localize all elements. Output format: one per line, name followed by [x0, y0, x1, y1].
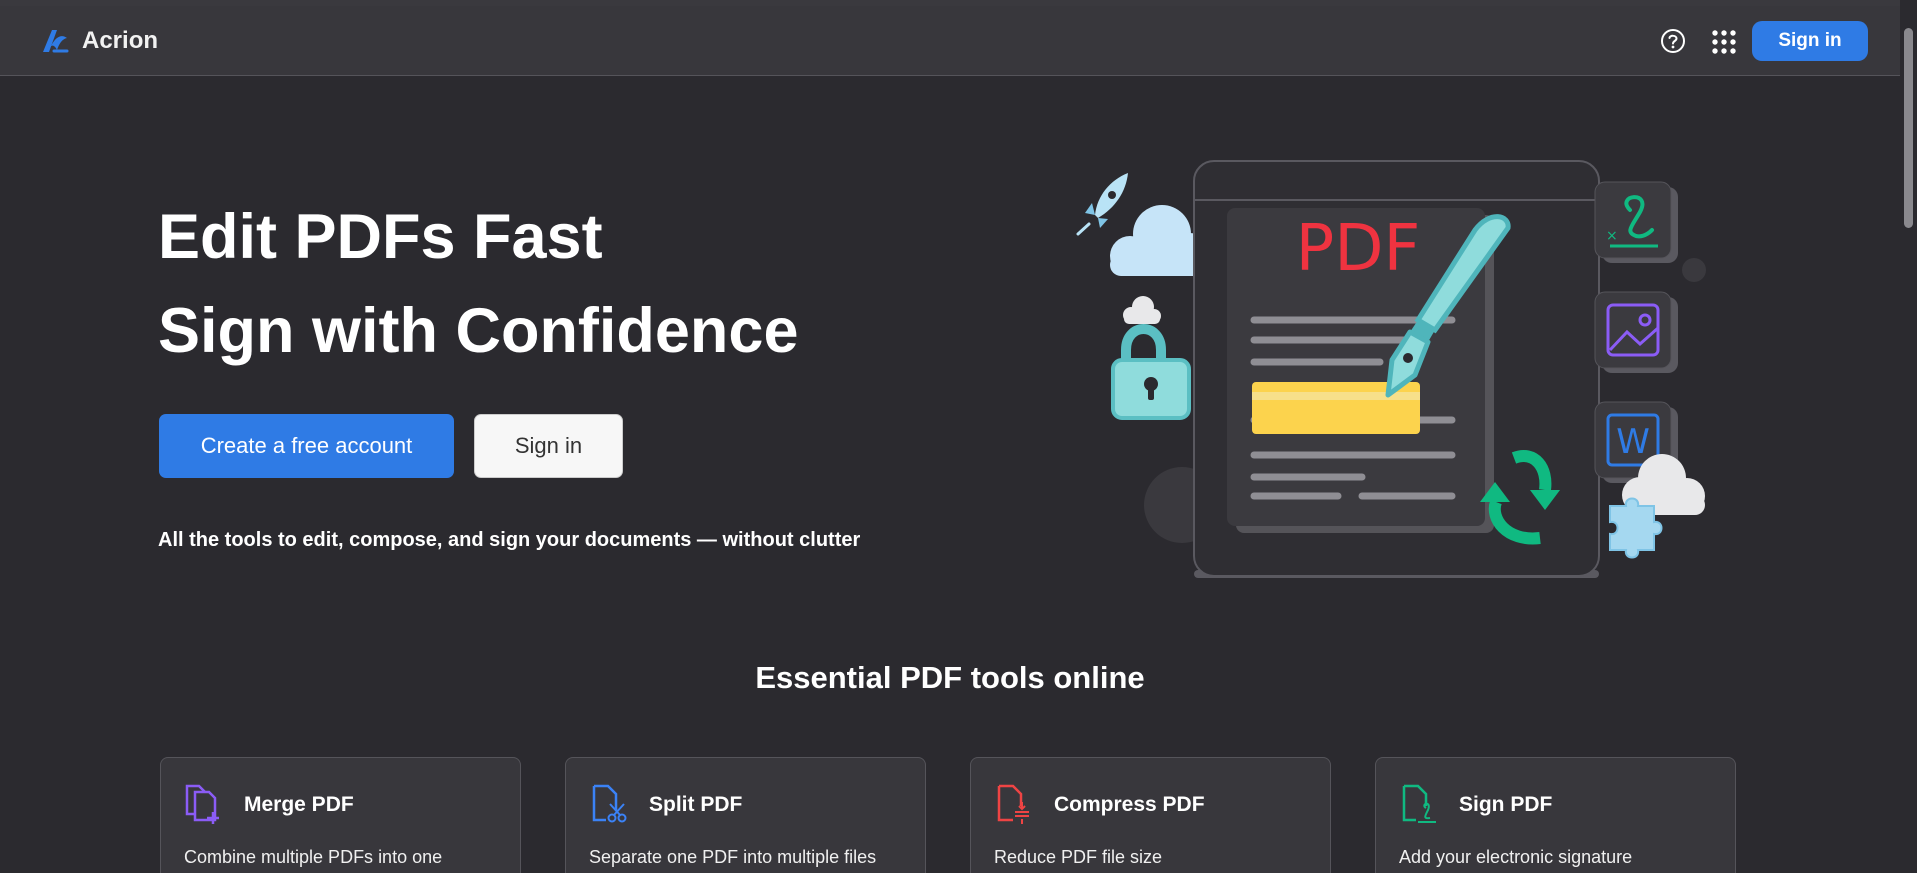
tool-card-title: Compress PDF	[1054, 793, 1205, 816]
sign-pdf-icon	[1402, 784, 1436, 823]
tool-card-compress[interactable]: Compress PDF Reduce PDF file size	[970, 757, 1331, 873]
tool-card-merge[interactable]: Merge PDF Combine multiple PDFs into one	[160, 757, 521, 873]
word-label: W	[1616, 422, 1650, 462]
tool-card-title: Split PDF	[649, 793, 743, 816]
image-icon	[1594, 291, 1678, 373]
tool-card-title: Merge PDF	[244, 793, 354, 816]
hero-title-line2: Sign with Confidence	[158, 296, 799, 366]
apps-grid-icon[interactable]	[1711, 29, 1737, 55]
brand-name: Acrion	[82, 27, 159, 54]
top-navbar: Acrion Sign in	[0, 6, 1900, 76]
compress-pdf-icon	[997, 784, 1029, 824]
pdf-label: PDF	[1296, 212, 1421, 286]
brand[interactable]: Acrion	[40, 26, 158, 56]
tool-card-sign[interactable]: Sign PDF Add your electronic signature	[1375, 757, 1736, 873]
header-signin-button[interactable]: Sign in	[1752, 21, 1868, 61]
hero-title: Edit PDFs Fast Sign with Confidence	[158, 190, 799, 378]
tools-section-title: Essential PDF tools online	[755, 660, 1145, 695]
acrion-logo-icon	[43, 30, 69, 53]
lock-icon	[1111, 324, 1191, 420]
create-account-button[interactable]: Create a free account	[159, 414, 454, 478]
split-pdf-icon	[592, 784, 627, 823]
tool-card-description: Separate one PDF into multiple files	[589, 847, 877, 867]
hero-tagline: All the tools to edit, compose, and sign…	[158, 529, 861, 551]
hero-signin-button[interactable]: Sign in	[474, 414, 623, 478]
scrollbar-thumb[interactable]	[1904, 28, 1913, 228]
hero-illustration: PDF × W	[1076, 160, 1706, 578]
signature-icon: ×	[1594, 181, 1678, 263]
small-cloud-icon	[1123, 296, 1161, 324]
help-icon[interactable]	[1660, 28, 1686, 54]
tool-card-description: Add your electronic signature	[1399, 847, 1633, 867]
svg-text:×: ×	[1606, 228, 1618, 244]
tool-card-description: Combine multiple PDFs into one	[184, 847, 443, 867]
tool-card-title: Sign PDF	[1459, 793, 1553, 816]
tool-card-split[interactable]: Split PDF Separate one PDF into multiple…	[565, 757, 926, 873]
merge-pdf-icon	[185, 784, 219, 824]
hero-title-line1: Edit PDFs Fast	[158, 202, 603, 272]
rocket-icon	[1076, 173, 1128, 236]
tool-card-description: Reduce PDF file size	[994, 847, 1163, 867]
